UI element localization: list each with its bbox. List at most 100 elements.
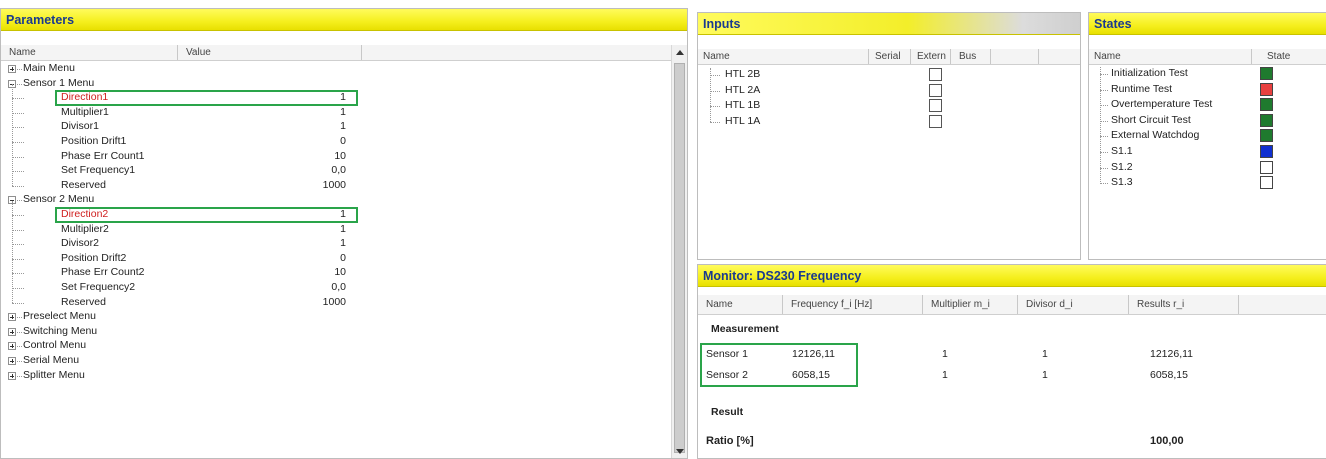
extern-checkbox[interactable] [929, 68, 942, 81]
tree-connector [17, 375, 22, 377]
parameter-value[interactable]: 1 [286, 237, 346, 249]
column-name-header[interactable]: Name [703, 51, 730, 62]
extern-checkbox[interactable] [929, 114, 942, 128]
menu-label: Sensor 2 Menu [23, 193, 95, 206]
column-multiplier-header[interactable]: Multiplier m_i [931, 299, 990, 310]
parameters-header: Name Value [1, 45, 687, 61]
parameter-highlight [55, 207, 358, 223]
input-row: HTL 2A [698, 83, 1078, 98]
tree-menu-row[interactable]: Splitter Menu [1, 369, 661, 383]
column-state-header[interactable]: State [1267, 51, 1290, 62]
tree-connector [1100, 183, 1108, 185]
parameter-row[interactable]: Set Frequency1 0,0 [1, 164, 661, 178]
column-divisor-header[interactable]: Divisor d_i [1026, 299, 1073, 310]
monitor-header: Name Frequency f_i [Hz] Multiplier m_i D… [698, 295, 1326, 315]
tree-connector [17, 361, 22, 362]
state-row: External Watchdog [1089, 129, 1325, 143]
state-indicator [1260, 176, 1273, 190]
parameter-row[interactable]: Reserved 1000 [1, 296, 661, 310]
tree-connector [17, 200, 22, 202]
state-indicator [1260, 98, 1273, 112]
column-name-header[interactable]: Name [1094, 51, 1121, 62]
column-extern-header[interactable]: Extern [917, 51, 946, 62]
parameter-highlight [55, 90, 358, 107]
state-name: Overtemperature Test [1111, 98, 1213, 111]
parameter-value[interactable]: 0 [286, 135, 346, 147]
tree-connector [12, 84, 13, 187]
scroll-down-icon[interactable] [676, 449, 684, 454]
parameter-row[interactable]: Phase Err Count1 10 [1, 150, 661, 164]
monitor-panel: Monitor: DS230 Frequency Name Frequency … [697, 264, 1326, 459]
column-serial-header[interactable]: Serial [875, 51, 901, 62]
column-bus-header[interactable]: Bus [959, 51, 976, 62]
parameter-name: Set Frequency1 [61, 164, 136, 177]
state-name: Short Circuit Test [1111, 113, 1191, 126]
parameters-scrollbar[interactable] [671, 45, 687, 458]
state-indicator [1260, 160, 1273, 174]
parameter-row[interactable]: Position Drift2 0 [1, 252, 661, 266]
expand-icon[interactable] [8, 342, 16, 351]
state-row: Runtime Test [1089, 82, 1325, 97]
state-indicator [1260, 145, 1273, 158]
parameter-name: Multiplier1 [61, 105, 109, 118]
tree-connector [710, 90, 720, 92]
column-results-header[interactable]: Results r_i [1137, 299, 1184, 310]
tree-menu-row[interactable]: Switching Menu [1, 325, 661, 339]
parameter-name: Divisor1 [61, 120, 99, 133]
expand-icon[interactable] [8, 65, 16, 73]
extern-checkbox[interactable] [929, 83, 942, 97]
parameter-row[interactable]: Divisor1 1 [1, 120, 661, 134]
expand-icon[interactable] [8, 313, 16, 322]
inputs-panel: Inputs Name Serial Extern Bus HTL 2B HTL … [697, 12, 1081, 260]
parameter-value[interactable]: 1 [286, 106, 346, 118]
menu-label: Sensor 1 Menu [23, 76, 95, 89]
parameter-value[interactable]: 0,0 [286, 164, 346, 176]
tree-menu-row[interactable]: Main Menu [1, 62, 661, 76]
state-name: S1.3 [1111, 176, 1133, 189]
expand-icon[interactable] [8, 357, 16, 365]
state-indicator [1260, 67, 1273, 80]
column-name-header[interactable]: Name [706, 299, 733, 310]
tree-connector [710, 75, 720, 76]
scroll-thumb[interactable] [674, 63, 685, 453]
parameter-value[interactable]: 1 [286, 120, 346, 132]
tree-menu-row[interactable]: Preselect Menu [1, 310, 661, 324]
parameter-row[interactable]: Multiplier2 1 [1, 223, 661, 237]
column-value-header[interactable]: Value [186, 47, 211, 58]
column-frequency-header[interactable]: Frequency f_i [Hz] [791, 299, 872, 310]
expand-icon[interactable] [8, 327, 16, 336]
states-title: States [1089, 13, 1326, 35]
parameter-value[interactable]: 10 [286, 266, 346, 278]
parameter-name: Position Drift1 [61, 135, 127, 147]
parameter-value[interactable]: 1000 [286, 179, 346, 191]
state-row: S1.2 [1089, 160, 1325, 175]
inputs-title: Inputs [698, 13, 1080, 35]
tree-menu-row[interactable]: Sensor 1 Menu [1, 77, 661, 91]
parameter-row[interactable]: Set Frequency2 0,0 [1, 281, 661, 295]
parameter-value[interactable]: 1 [286, 223, 346, 235]
parameter-value[interactable]: 0,0 [286, 281, 346, 293]
tree-menu-row[interactable]: Sensor 2 Menu [1, 193, 661, 207]
tree-menu-row[interactable]: Control Menu [1, 339, 661, 353]
parameter-row[interactable]: Multiplier1 1 [1, 106, 661, 120]
parameter-value[interactable]: 0 [286, 252, 346, 264]
expand-icon[interactable] [8, 371, 16, 380]
tree-menu-row[interactable]: Serial Menu [1, 354, 661, 368]
tree-connector [1100, 120, 1108, 122]
parameter-row[interactable]: Divisor2 1 [1, 237, 661, 251]
input-row: HTL 2B [698, 68, 1078, 82]
tree-connector [1100, 152, 1108, 153]
parameter-row[interactable]: Reserved 1000 [1, 179, 661, 193]
tree-connector [1100, 105, 1108, 107]
parameter-value[interactable]: 10 [286, 150, 346, 162]
extern-checkbox[interactable] [929, 99, 942, 112]
column-name-header[interactable]: Name [9, 47, 36, 58]
parameter-row[interactable]: Position Drift1 0 [1, 135, 661, 149]
parameter-value[interactable]: 1000 [286, 296, 346, 308]
monitor-multiplier-cell: 1 [942, 348, 948, 360]
result-section-label: Result [711, 406, 744, 418]
state-name: S1.2 [1111, 160, 1133, 173]
scroll-up-icon[interactable] [676, 50, 684, 55]
parameter-row[interactable]: Phase Err Count2 10 [1, 266, 661, 280]
monitor-divisor-cell: 1 [1042, 369, 1048, 381]
